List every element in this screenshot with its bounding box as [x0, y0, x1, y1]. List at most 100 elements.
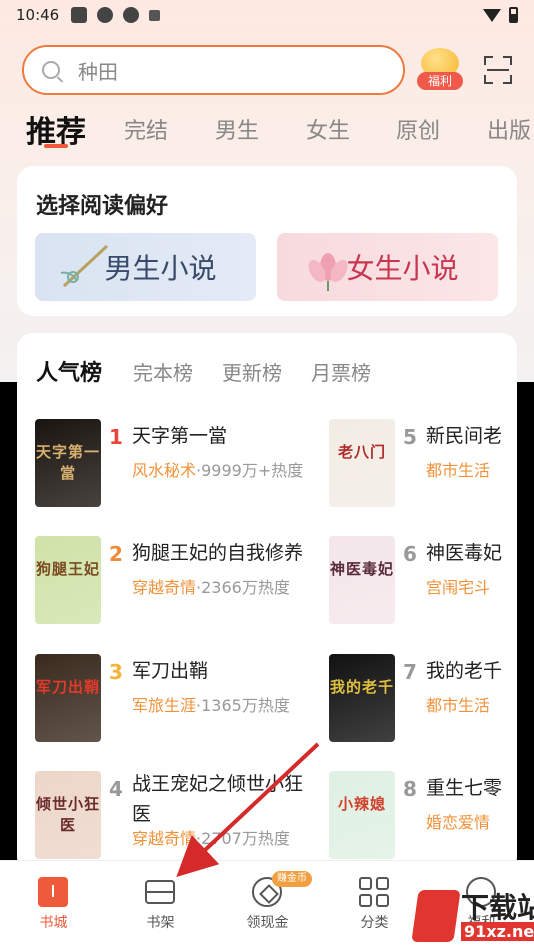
site-watermark: 下载站 91xz.net	[411, 884, 534, 950]
book-heat: ·1365万热度	[196, 696, 290, 715]
watermark-text: 下载站	[461, 891, 534, 924]
book-cover-text: 天字第一當	[35, 443, 100, 482]
book-list-item[interactable]: 倾世小狂医 4 战王宠妃之倾世小狂医 穿越奇情·2707万热度	[35, 771, 325, 861]
battery-icon	[509, 7, 518, 23]
book-heat: ·2707万热度	[196, 829, 290, 848]
app-notification-icon	[97, 7, 114, 23]
book-list-item[interactable]: 神医毒妃 6 神医毒妃宫闱宅斗	[329, 536, 517, 626]
nav-bookstore[interactable]: 书城	[0, 861, 107, 950]
rank-tab-completed[interactable]: 完本榜	[133, 357, 193, 386]
rank-number: 5	[403, 425, 417, 449]
watermark-url: 91xz.net	[461, 922, 534, 941]
book-cover[interactable]: 狗腿王妃	[35, 536, 101, 624]
book-list-item[interactable]: 我的老千 7 我的老千都市生活	[329, 654, 517, 744]
welfare-button[interactable]: 福利	[416, 46, 466, 92]
book-cover[interactable]: 小辣媳	[329, 771, 395, 859]
book-cover[interactable]: 老八门	[329, 419, 395, 507]
sword-decoration-icon	[60, 244, 109, 288]
reading-preference-card: 选择阅读偏好 男生小说 女生小说	[17, 166, 517, 316]
rank-tab-updated[interactable]: 更新榜	[222, 357, 282, 386]
book-meta: 都市生活	[426, 692, 490, 716]
watermark-logo-icon	[411, 890, 461, 942]
book-title[interactable]: 天字第一當	[132, 421, 227, 448]
tab-male[interactable]: 男生	[215, 113, 259, 145]
book-cover-text: 老八门	[337, 443, 386, 461]
tab-finished[interactable]: 完结	[124, 113, 168, 145]
search-placeholder: 种田	[78, 59, 118, 84]
bookshelf-icon	[145, 880, 175, 904]
book-list-item[interactable]: 小辣媳 8 重生七零婚恋爱情	[329, 771, 517, 861]
book-title[interactable]: 战王宠妃之倾世小狂医	[132, 769, 317, 829]
book-list-item[interactable]: 天字第一當 1 天字第一當 风水秘术·9999万+热度	[35, 419, 325, 509]
book-genre: 风水秘术	[132, 461, 197, 480]
book-genre: 都市生活	[426, 696, 491, 715]
ranking-card: 人气榜 完本榜 更新榜 月票榜 天字第一當 1 天字第一當 风水秘术·9999万+热度…	[17, 333, 517, 873]
nav-label-bookshelf: 书架	[146, 915, 175, 931]
active-tab-indicator	[44, 144, 68, 148]
book-cover-text: 狗腿王妃	[35, 560, 100, 578]
book-genre: 军旅生涯	[132, 696, 197, 715]
book-meta: 宫闱宅斗	[426, 574, 490, 598]
lotus-decoration-icon	[308, 253, 348, 291]
search-input[interactable]: 种田	[22, 45, 405, 95]
book-cover-text: 我的老千	[329, 678, 394, 696]
nav-label-earn-cash: 领现金	[246, 915, 289, 931]
nav-label-bookstore: 书城	[39, 915, 68, 931]
tab-female[interactable]: 女生	[306, 113, 350, 145]
book-list-item[interactable]: 军刀出鞘 3 军刀出鞘军旅生涯·1365万热度	[35, 654, 325, 744]
preference-title: 选择阅读偏好	[36, 194, 169, 219]
rank-number: 6	[403, 542, 417, 566]
book-meta: 婚恋爱情	[426, 809, 490, 833]
rank-number: 7	[403, 660, 417, 684]
book-list-item[interactable]: 狗腿王妃 2 狗腿王妃的自我修养 穿越奇情·2366万热度	[35, 536, 325, 626]
book-cover[interactable]: 我的老千	[329, 654, 395, 742]
book-genre: 都市生活	[426, 461, 491, 480]
book-title[interactable]: 军刀出鞘	[132, 656, 208, 683]
book-title[interactable]: 新民间老	[426, 421, 502, 448]
book-cover[interactable]: 天字第一當	[35, 419, 101, 507]
book-title[interactable]: 神医毒妃	[426, 538, 502, 565]
tab-publish[interactable]: 出版	[487, 113, 531, 145]
rank-number: 4	[109, 777, 123, 801]
book-title[interactable]: 我的老千	[426, 656, 502, 683]
nav-bookshelf[interactable]: 书架	[107, 861, 214, 950]
status-bar: 10:46	[0, 0, 534, 30]
rank-tab-popular[interactable]: 人气榜	[36, 355, 102, 387]
scan-icon[interactable]	[484, 56, 512, 84]
nav-earn-cash[interactable]: 赚金币 领现金	[214, 861, 321, 950]
channel-tabs: 推荐 完结 男生 女生 原创 出版	[0, 105, 534, 150]
book-meta: 军旅生涯·1365万热度	[132, 692, 290, 716]
book-list-item[interactable]: 老八门 5 新民间老都市生活	[329, 419, 517, 509]
tab-original[interactable]: 原创	[396, 113, 440, 145]
book-heat: ·9999万+热度	[196, 461, 304, 480]
book-title[interactable]: 狗腿王妃的自我修养	[132, 538, 303, 565]
earn-coins-badge: 赚金币	[272, 871, 312, 887]
rank-tab-monthly[interactable]: 月票榜	[311, 357, 371, 386]
notification-icon	[71, 7, 88, 23]
rank-number: 1	[109, 425, 123, 449]
book-meta: 穿越奇情·2366万热度	[132, 574, 290, 598]
book-title[interactable]: 重生七零	[426, 773, 502, 800]
female-novel-button[interactable]: 女生小说	[277, 233, 498, 301]
book-cover[interactable]: 神医毒妃	[329, 536, 395, 624]
book-cover[interactable]: 倾世小狂医	[35, 771, 101, 859]
status-time: 10:46	[16, 6, 60, 24]
bookstore-icon	[38, 877, 68, 907]
category-grid-icon	[359, 877, 389, 907]
book-meta: 风水秘术·9999万+热度	[132, 457, 303, 481]
rank-number: 2	[109, 542, 123, 566]
ranking-tabs: 人气榜 完本榜 更新榜 月票榜	[17, 333, 517, 403]
book-cover-text: 神医毒妃	[329, 560, 394, 578]
book-cover-text: 小辣媳	[337, 795, 386, 813]
male-novel-button[interactable]: 男生小说	[35, 233, 256, 301]
rank-number: 3	[109, 660, 123, 684]
book-heat: ·2366万热度	[196, 578, 290, 597]
search-icon	[42, 61, 60, 79]
app-notification-icon-2	[123, 7, 140, 23]
book-genre: 穿越奇情	[132, 578, 197, 597]
book-cover[interactable]: 军刀出鞘	[35, 654, 101, 742]
book-cover-text: 倾世小狂医	[35, 795, 100, 834]
book-cover-text: 军刀出鞘	[35, 678, 100, 696]
female-novel-label: 女生小说	[346, 252, 459, 285]
rank-number: 8	[403, 777, 417, 801]
